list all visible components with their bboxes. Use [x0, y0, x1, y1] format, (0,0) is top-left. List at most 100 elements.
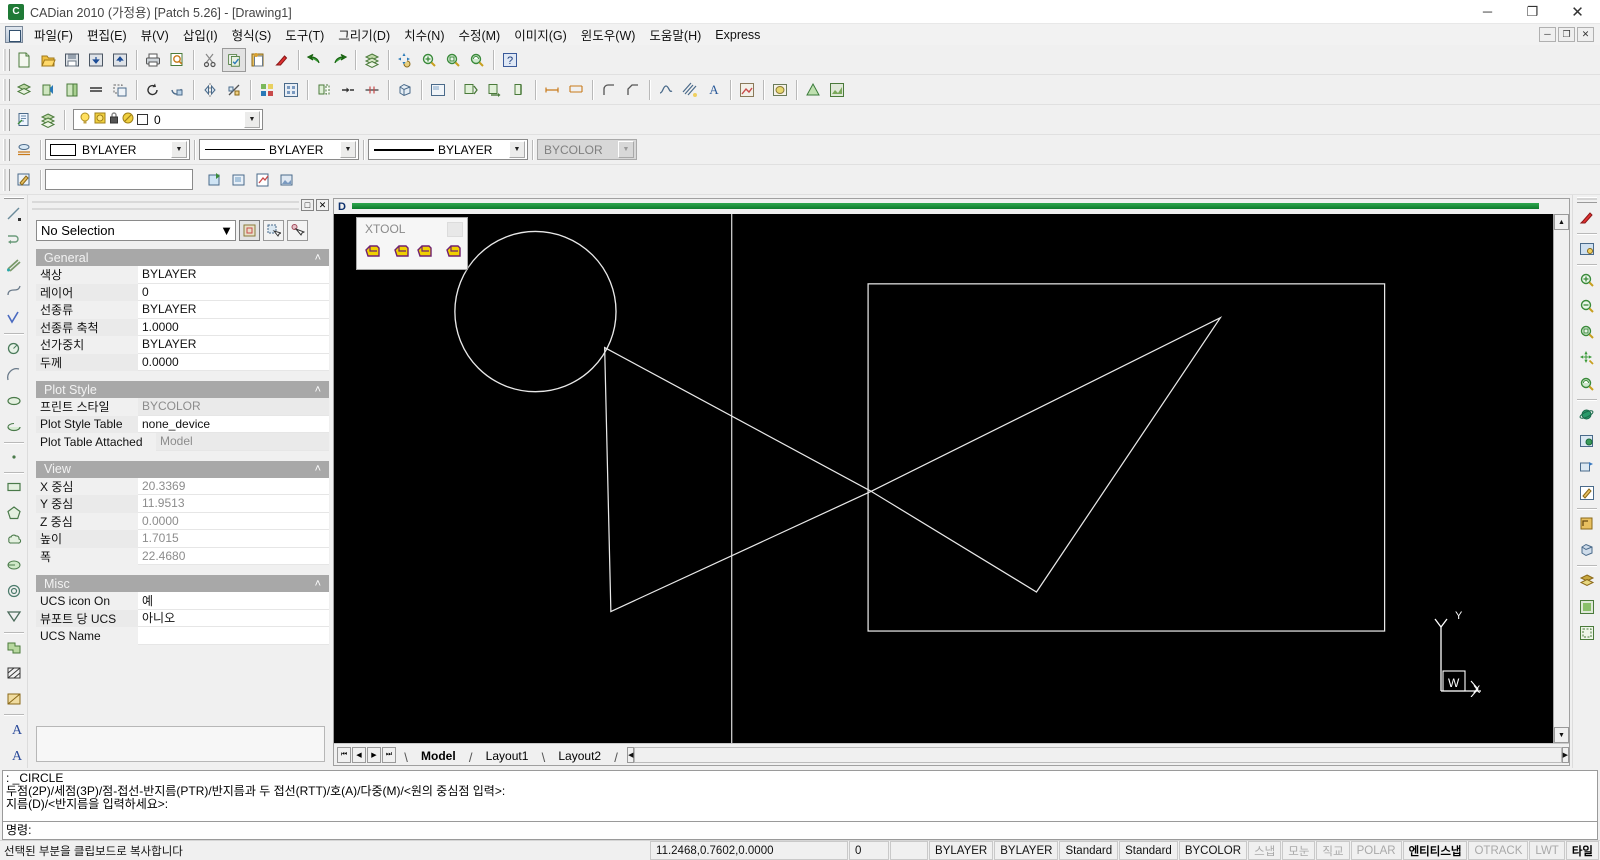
menu-item-express[interactable]: Express [708, 27, 767, 43]
command-input[interactable]: 명령: [2, 822, 1598, 840]
maximize-button[interactable]: ❐ [1510, 0, 1555, 23]
group-header[interactable]: Misc ˄ [36, 575, 329, 592]
chevron-up-icon[interactable]: ˄ [315, 384, 321, 396]
ellipse-arc-icon[interactable] [1, 414, 27, 440]
toolbar-grip[interactable] [3, 197, 24, 200]
status-osnap-toggle[interactable]: 엔티티스냅 [1402, 841, 1468, 860]
make-block-icon[interactable] [227, 168, 251, 192]
stretch-icon[interactable] [336, 78, 360, 102]
sketch-icon[interactable] [1, 305, 27, 331]
xtool-button-4[interactable] [444, 242, 463, 264]
scroll-left-button[interactable]: ◀ [627, 746, 635, 763]
viewport-edit-icon[interactable] [1574, 480, 1600, 506]
wipeout-icon[interactable] [1, 604, 27, 630]
close-button[interactable]: ✕ [1555, 0, 1600, 23]
scroll-down-button[interactable]: ▼ [1554, 727, 1569, 743]
toolbar-grip[interactable] [3, 138, 10, 161]
status-linetype[interactable]: BYLAYER [994, 841, 1059, 860]
menu-item-format[interactable]: 형식(S) [225, 24, 279, 45]
linetype-combo[interactable]: BYLAYER ▼ [199, 139, 359, 160]
zoom-realtime-icon[interactable] [1574, 371, 1600, 397]
chevron-up-icon[interactable]: ˄ [315, 252, 321, 264]
scroll-right-button[interactable]: ▶ [1561, 746, 1569, 763]
import-icon[interactable] [108, 48, 132, 72]
scroll-up-button[interactable]: ▲ [1554, 214, 1569, 230]
xtool-button-2[interactable] [392, 242, 411, 264]
flat-shade-icon[interactable] [1574, 594, 1600, 620]
menu-item-edit[interactable]: 편집(E) [80, 24, 134, 45]
property-value[interactable]: none_device [138, 415, 329, 433]
open-icon[interactable] [36, 48, 60, 72]
block-insert-icon[interactable] [1, 634, 27, 660]
status-layer-number[interactable]: 0 [849, 841, 890, 860]
revcloud-icon[interactable] [1, 526, 27, 552]
scroll-track[interactable] [634, 746, 1562, 763]
property-row[interactable]: 레이어 0 [36, 283, 329, 301]
3d-pan-icon[interactable] [1574, 454, 1600, 480]
zoom-window-icon[interactable] [1574, 319, 1600, 345]
chevron-up-icon[interactable]: ˄ [315, 463, 321, 475]
property-row[interactable]: 선종류 BYLAYER [36, 301, 329, 319]
tab-prev-button[interactable]: ◀ [352, 746, 366, 763]
dim-aligned-icon[interactable] [564, 78, 588, 102]
save-icon[interactable] [60, 48, 84, 72]
group-header[interactable]: View ˄ [36, 460, 329, 478]
solid-cone-icon[interactable] [801, 78, 825, 102]
scroll-track[interactable] [1554, 230, 1569, 727]
property-row[interactable]: 프린트 스타일 BYCOLOR [36, 398, 329, 416]
property-row[interactable]: 선종류 축척 1.0000 [36, 318, 329, 336]
group-header[interactable]: Plot Style ˄ [36, 381, 329, 398]
offset-icon[interactable] [312, 78, 336, 102]
toolbar-grip[interactable] [3, 108, 10, 131]
viewport-icon[interactable] [426, 78, 450, 102]
menu-item-tools[interactable]: 도구(T) [278, 24, 331, 45]
status-lwt-toggle[interactable]: LWT [1529, 841, 1565, 860]
arc-icon[interactable] [1, 362, 27, 388]
menu-item-window[interactable]: 윈도우(W) [574, 24, 643, 45]
layer-properties-icon[interactable] [12, 78, 36, 102]
redo-icon[interactable] [327, 48, 351, 72]
spline-curve-icon[interactable] [1, 279, 27, 305]
chevron-down-icon[interactable]: ▼ [244, 111, 260, 128]
layers-icon[interactable] [360, 48, 384, 72]
tab-layout1[interactable]: Layout1 [476, 748, 539, 765]
property-row[interactable]: 높이 1.7015 [36, 530, 329, 548]
block-icon[interactable] [279, 78, 303, 102]
panel-restore-button[interactable]: □ [301, 199, 314, 211]
toolbar-grip[interactable] [3, 78, 10, 101]
property-value[interactable]: 아니오 [138, 609, 329, 627]
multiline-icon[interactable] [1, 253, 27, 279]
3d-views-icon[interactable] [1574, 428, 1600, 454]
cut-icon[interactable] [198, 48, 222, 72]
3d-orbit-icon[interactable] [1574, 402, 1600, 428]
tab-next-button[interactable]: ▶ [367, 746, 381, 763]
selection-combo[interactable]: No Selection ▼ [36, 220, 236, 241]
canvas-horizontal-scrollbar[interactable]: ◀ ▶ [627, 744, 1569, 765]
edit-block-icon[interactable] [12, 168, 36, 192]
pan-icon[interactable] [1574, 345, 1600, 371]
point-icon[interactable] [1, 444, 27, 470]
undo-icon[interactable] [303, 48, 327, 72]
scale-icon[interactable] [222, 78, 246, 102]
tab-layout2[interactable]: Layout2 [548, 748, 611, 765]
pan-icon[interactable] [393, 48, 417, 72]
tab-first-button[interactable]: ⏮ [337, 746, 351, 763]
freeze-icon[interactable] [93, 111, 107, 128]
menu-item-view[interactable]: 뷰(V) [134, 24, 176, 45]
text-edit-icon[interactable]: A [702, 78, 726, 102]
xtool-palette[interactable]: XTOOL [356, 217, 468, 270]
polygon-icon[interactable] [1, 500, 27, 526]
match-properties-icon[interactable] [270, 48, 294, 72]
color-combo[interactable]: BYLAYER ▼ [45, 139, 190, 160]
block-name-field[interactable] [45, 169, 193, 190]
status-tilemode-toggle[interactable]: 타일 [1565, 841, 1599, 860]
menu-item-insert[interactable]: 삽입(I) [176, 24, 225, 45]
zoom-out-icon[interactable] [1574, 293, 1600, 319]
donut-shape-icon[interactable] [1, 552, 27, 578]
hatch-edit-icon[interactable] [678, 78, 702, 102]
property-value[interactable]: BYLAYER [138, 266, 329, 284]
xref-icon[interactable] [251, 168, 275, 192]
render-shade-icon[interactable] [1574, 568, 1600, 594]
redraw-icon[interactable] [1574, 205, 1600, 231]
property-row[interactable]: 색상 BYLAYER [36, 266, 329, 284]
